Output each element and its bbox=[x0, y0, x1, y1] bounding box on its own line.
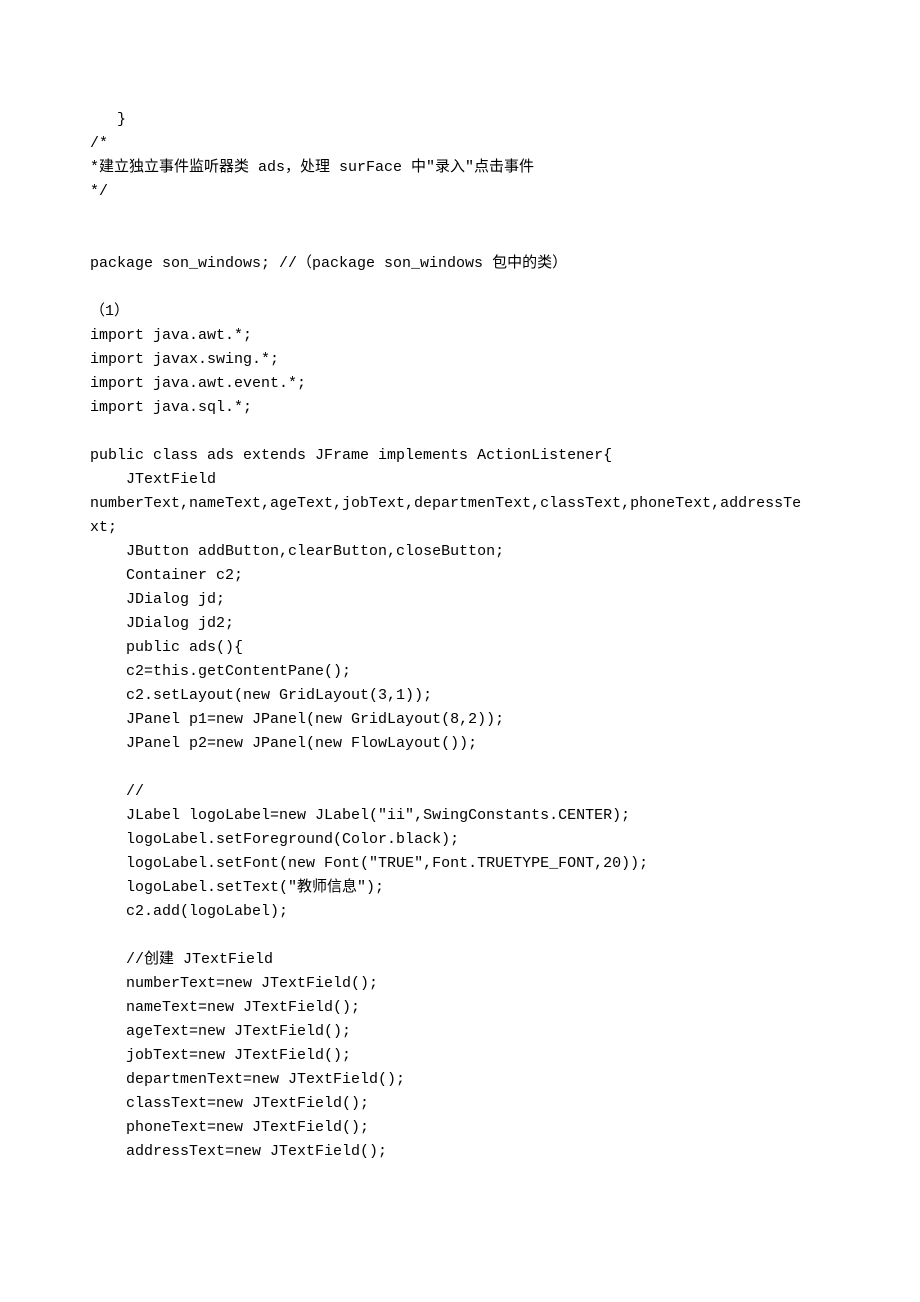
code-line: classText=new JTextField(); bbox=[90, 1092, 830, 1116]
code-line: numberText=new JTextField(); bbox=[90, 972, 830, 996]
code-line: xt; bbox=[90, 516, 830, 540]
code-line: import java.awt.*; bbox=[90, 324, 830, 348]
code-line: /* bbox=[90, 132, 830, 156]
code-line: c2.add(logoLabel); bbox=[90, 900, 830, 924]
code-line: logoLabel.setForeground(Color.black); bbox=[90, 828, 830, 852]
code-line: import java.sql.*; bbox=[90, 396, 830, 420]
code-line: import javax.swing.*; bbox=[90, 348, 830, 372]
code-line: public ads(){ bbox=[90, 636, 830, 660]
document-page: }/**建立独立事件监听器类 ads，处理 surFace 中"录入"点击事件*… bbox=[0, 0, 920, 1302]
code-line: JPanel p1=new JPanel(new GridLayout(8,2)… bbox=[90, 708, 830, 732]
code-line: logoLabel.setFont(new Font("TRUE",Font.T… bbox=[90, 852, 830, 876]
code-line bbox=[90, 420, 830, 444]
code-line: jobText=new JTextField(); bbox=[90, 1044, 830, 1068]
code-line: c2.setLayout(new GridLayout(3,1)); bbox=[90, 684, 830, 708]
code-line: JDialog jd; bbox=[90, 588, 830, 612]
code-line: //创建 JTextField bbox=[90, 948, 830, 972]
code-line bbox=[90, 756, 830, 780]
code-line: import java.awt.event.*; bbox=[90, 372, 830, 396]
code-line bbox=[90, 276, 830, 300]
code-line: */ bbox=[90, 180, 830, 204]
code-line: package son_windows; //（package son_wind… bbox=[90, 252, 830, 276]
code-line bbox=[90, 204, 830, 228]
code-line: JButton addButton,clearButton,closeButto… bbox=[90, 540, 830, 564]
code-line: departmenText=new JTextField(); bbox=[90, 1068, 830, 1092]
code-line bbox=[90, 924, 830, 948]
code-line bbox=[90, 228, 830, 252]
code-line: // bbox=[90, 780, 830, 804]
code-line: nameText=new JTextField(); bbox=[90, 996, 830, 1020]
code-line: phoneText=new JTextField(); bbox=[90, 1116, 830, 1140]
code-line: *建立独立事件监听器类 ads，处理 surFace 中"录入"点击事件 bbox=[90, 156, 830, 180]
code-line: Container c2; bbox=[90, 564, 830, 588]
code-line: addressText=new JTextField(); bbox=[90, 1140, 830, 1164]
code-line: JTextField bbox=[90, 468, 830, 492]
code-line: JLabel logoLabel=new JLabel("ii",SwingCo… bbox=[90, 804, 830, 828]
code-line: c2=this.getContentPane(); bbox=[90, 660, 830, 684]
code-line: numberText,nameText,ageText,jobText,depa… bbox=[90, 492, 830, 516]
code-line: ageText=new JTextField(); bbox=[90, 1020, 830, 1044]
code-line: } bbox=[90, 108, 830, 132]
code-line: （1） bbox=[90, 300, 830, 324]
code-line: public class ads extends JFrame implemen… bbox=[90, 444, 830, 468]
code-line: JDialog jd2; bbox=[90, 612, 830, 636]
code-line: JPanel p2=new JPanel(new FlowLayout()); bbox=[90, 732, 830, 756]
code-line: logoLabel.setText("教师信息"); bbox=[90, 876, 830, 900]
